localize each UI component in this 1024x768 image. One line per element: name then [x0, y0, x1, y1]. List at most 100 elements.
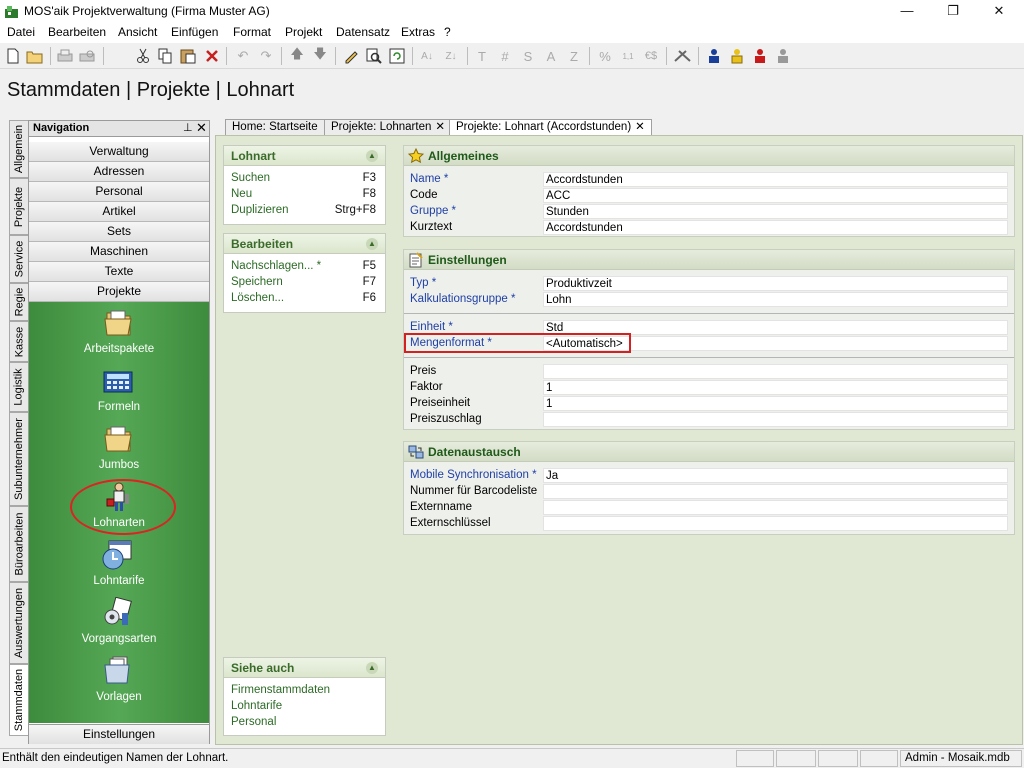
task-loeschen[interactable]: Löschen... F6 — [224, 291, 385, 307]
gruppe-input[interactable]: Stunden — [543, 204, 1008, 219]
nav-item-arbeitspakete[interactable]: Arbeitspakete — [29, 307, 209, 365]
nav-button-texte[interactable]: Texte — [29, 262, 209, 282]
lookup-icon[interactable] — [364, 46, 384, 66]
typ-input[interactable]: Produktivzeit — [543, 276, 1008, 291]
number-format-icon[interactable]: # — [495, 46, 515, 66]
menu-einfuegen[interactable]: Einfügen — [171, 25, 218, 39]
code-input[interactable]: ACC — [543, 188, 1008, 203]
externname-input[interactable] — [543, 500, 1008, 515]
nav-item-jumbos[interactable]: Jumbos — [29, 423, 209, 481]
user-red-icon[interactable] — [750, 46, 770, 66]
arrow-down-icon[interactable]: 🡇 — [310, 46, 330, 66]
percent-icon[interactable]: % — [595, 46, 615, 66]
menu-datei[interactable]: Datei — [7, 25, 35, 39]
task-nachschlagen[interactable]: Nachschlagen... * F5 — [224, 259, 385, 275]
arrow-up-icon[interactable]: 🡅 — [287, 46, 307, 66]
side-tab-projekte[interactable]: Projekte — [9, 178, 28, 235]
currency-icon[interactable]: €$ — [641, 46, 661, 66]
side-tab-regie[interactable]: Regie — [9, 283, 28, 321]
side-tab-bueroarbeiten[interactable]: Büroarbeiten — [9, 506, 28, 582]
nav-item-vorgangsarten[interactable]: Vorgangsarten — [29, 597, 209, 655]
z-format-icon[interactable]: Z — [564, 46, 584, 66]
tab-projekte-lohnart-accordstunden[interactable]: Projekte: Lohnart (Accordstunden) ✕ — [449, 119, 652, 136]
chevron-up-icon[interactable]: ▲ — [366, 238, 378, 250]
side-tab-stammdaten[interactable]: Stammdaten — [9, 664, 28, 736]
close-icon[interactable]: ✕ — [196, 120, 207, 136]
nav-button-projekte[interactable]: Projekte — [29, 282, 209, 302]
close-icon[interactable]: ✕ — [635, 121, 645, 133]
side-tab-auswertungen[interactable]: Auswertungen — [9, 582, 28, 664]
link-firmenstammdaten[interactable]: Firmenstammdaten — [224, 683, 385, 699]
restore-button[interactable]: ❐ — [930, 0, 976, 23]
side-tab-kasse[interactable]: Kasse — [9, 321, 28, 362]
menu-bearbeiten[interactable]: Bearbeiten — [48, 25, 106, 39]
menu-extras[interactable]: Extras — [401, 25, 435, 39]
side-tab-subunternehmer[interactable]: Subunternehmer — [9, 412, 28, 506]
refresh-icon[interactable] — [387, 46, 407, 66]
task-suchen[interactable]: Suchen F3 — [224, 171, 385, 187]
mobile-sync-input[interactable]: Ja — [543, 468, 1008, 483]
print-preview-icon[interactable] — [77, 46, 97, 66]
menu-datensatz[interactable]: Datensatz — [336, 25, 390, 39]
user-gray-icon[interactable] — [773, 46, 793, 66]
pin-icon[interactable]: ⊥ — [183, 121, 193, 134]
open-icon[interactable] — [25, 46, 45, 66]
minimize-button[interactable]: — — [884, 0, 930, 23]
new-icon[interactable] — [3, 46, 23, 66]
nav-button-adressen[interactable]: Adressen — [29, 162, 209, 182]
link-lohntarife[interactable]: Lohntarife — [224, 699, 385, 715]
nav-item-lohntarife[interactable]: Lohntarife — [29, 539, 209, 597]
chevron-up-icon[interactable]: ▲ — [366, 150, 378, 162]
s-format-icon[interactable]: S — [518, 46, 538, 66]
faktor-input[interactable]: 1 — [543, 380, 1008, 395]
text-format-icon[interactable]: T — [472, 46, 492, 66]
externschluessel-input[interactable] — [543, 516, 1008, 531]
nav-item-vorlagen[interactable]: Vorlagen — [29, 655, 209, 713]
task-neu[interactable]: Neu F8 — [224, 187, 385, 203]
decimal-icon[interactable]: 1,1 — [618, 46, 638, 66]
nav-button-maschinen[interactable]: Maschinen — [29, 242, 209, 262]
side-tab-service[interactable]: Service — [9, 235, 28, 283]
menu-ansicht[interactable]: Ansicht — [118, 25, 157, 39]
menu-projekt[interactable]: Projekt — [285, 25, 322, 39]
print-icon[interactable] — [55, 46, 75, 66]
preis-input[interactable] — [543, 364, 1008, 379]
nav-button-sets[interactable]: Sets — [29, 222, 209, 242]
preiseinheit-input[interactable]: 1 — [543, 396, 1008, 411]
copy-icon[interactable] — [155, 46, 175, 66]
task-speichern[interactable]: Speichern F7 — [224, 275, 385, 291]
task-panel-header[interactable]: Lohnart ▲ — [224, 146, 385, 166]
chevron-up-icon[interactable]: ▲ — [366, 662, 378, 674]
task-panel-header[interactable]: Bearbeiten ▲ — [224, 234, 385, 254]
user-yellow-icon[interactable] — [727, 46, 747, 66]
edit-icon[interactable] — [341, 46, 361, 66]
close-icon[interactable]: ✕ — [435, 121, 445, 133]
task-duplizieren[interactable]: Duplizieren Strg+F8 — [224, 203, 385, 219]
redo-icon[interactable]: ↷ — [256, 46, 276, 66]
nav-button-verwaltung[interactable]: Verwaltung — [29, 142, 209, 162]
name-input[interactable]: Accordstunden — [543, 172, 1008, 187]
preiszuschlag-input[interactable] — [543, 412, 1008, 427]
a-format-icon[interactable]: A — [541, 46, 561, 66]
delete-icon[interactable] — [202, 46, 222, 66]
user-blue-icon[interactable] — [704, 46, 724, 66]
side-tab-allgemein[interactable]: Allgemein — [9, 120, 28, 178]
tab-projekte-lohnarten[interactable]: Projekte: Lohnarten ✕ — [324, 119, 453, 136]
tools-icon[interactable] — [673, 46, 693, 66]
sort-asc-icon[interactable]: A↓ — [417, 46, 437, 66]
barcodeliste-input[interactable] — [543, 484, 1008, 499]
sort-desc-icon[interactable]: Z↓ — [441, 46, 461, 66]
nav-item-formeln[interactable]: Formeln — [29, 365, 209, 423]
paste-icon[interactable] — [178, 46, 198, 66]
side-tab-logistik[interactable]: Logistik — [9, 362, 28, 412]
kurztext-input[interactable]: Accordstunden — [543, 220, 1008, 235]
tab-home-startseite[interactable]: Home: Startseite — [225, 119, 325, 136]
task-panel-header[interactable]: Siehe auch ▲ — [224, 658, 385, 678]
cut-icon[interactable] — [133, 46, 153, 66]
nav-button-personal[interactable]: Personal — [29, 182, 209, 202]
menu-format[interactable]: Format — [233, 25, 271, 39]
link-personal[interactable]: Personal — [224, 715, 385, 731]
kalkulationsgruppe-input[interactable]: Lohn — [543, 292, 1008, 307]
undo-icon[interactable]: ↶ — [233, 46, 253, 66]
menu-help[interactable]: ? — [444, 25, 451, 39]
